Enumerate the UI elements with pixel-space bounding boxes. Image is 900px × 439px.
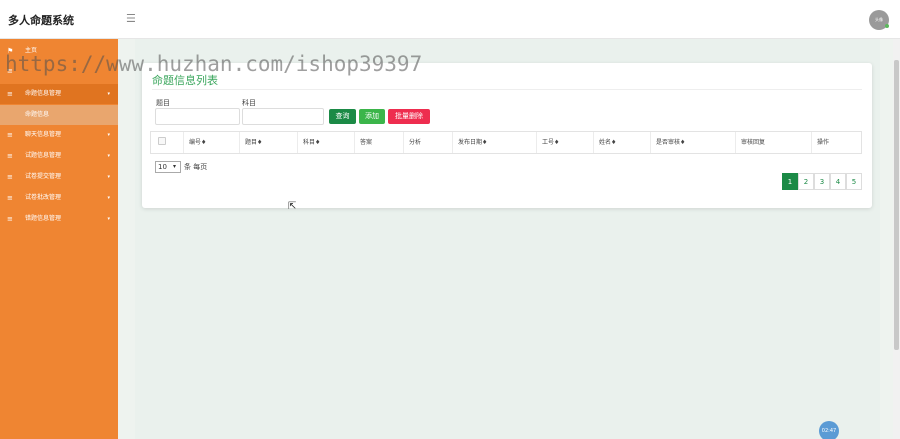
- column-header[interactable]: 是否审核♦: [650, 132, 735, 153]
- mouse-cursor-icon: ⇱: [288, 201, 297, 212]
- scrollbar-thumb[interactable]: [894, 60, 899, 350]
- chevron-down-icon: ▾: [107, 216, 110, 222]
- column-header: 分析: [403, 132, 452, 153]
- sidebar-item-questions[interactable]: ≡ 试题信息管理 ▾: [0, 146, 118, 166]
- hamburger-icon[interactable]: ☰: [126, 13, 136, 24]
- add-button[interactable]: 添加: [359, 109, 385, 124]
- list-icon: ≡: [7, 215, 13, 223]
- column-header: 审核回复: [735, 132, 811, 153]
- data-table: 编号♦ 题目♦ 科目♦ 答案 分析 发布日期♦ 工号♦ 姓名♦ 是否审核♦ 审核…: [150, 131, 862, 154]
- app-title: 多人命题系统: [8, 14, 74, 27]
- chevron-down-icon: ▾: [173, 163, 177, 170]
- chevron-down-icon: ▾: [107, 91, 110, 97]
- divider: [152, 89, 862, 90]
- chevron-down-icon: ▾: [107, 132, 110, 138]
- top-bar: 多人命题系统 ☰ 头像: [0, 0, 900, 39]
- chevron-down-icon: ▾: [107, 195, 110, 201]
- chevron-down-icon: ▾: [107, 174, 110, 180]
- sidebar-item-wrong-questions[interactable]: ≡ 错题信息管理 ▾: [0, 209, 118, 229]
- column-header: 答案: [354, 132, 403, 153]
- page-button-2[interactable]: 2: [798, 173, 814, 190]
- sidebar-item-paper-submit[interactable]: ≡ 试卷提交管理 ▾: [0, 167, 118, 187]
- title-search-input[interactable]: [155, 108, 240, 125]
- page-button-4[interactable]: 4: [830, 173, 846, 190]
- filter-label-title: 题目: [156, 99, 170, 107]
- online-status-dot: [885, 24, 889, 28]
- list-icon: ≡: [7, 152, 13, 160]
- watermark: https://www.huzhan.com/ishop39397: [5, 52, 423, 76]
- list-icon: ≡: [7, 131, 13, 139]
- floating-timer-button[interactable]: 02:47: [819, 421, 839, 439]
- sidebar-item-proposition[interactable]: ≡ 命题信息管理 ▾: [0, 84, 118, 104]
- batch-delete-button[interactable]: 批量删除: [388, 109, 430, 124]
- page-button-3[interactable]: 3: [814, 173, 830, 190]
- chevron-down-icon: ▾: [107, 153, 110, 159]
- subject-search-input[interactable]: [242, 108, 324, 125]
- filter-label-subject: 科目: [242, 99, 256, 107]
- list-icon: ≡: [7, 173, 13, 181]
- page-button-1[interactable]: 1: [782, 173, 798, 190]
- select-all-checkbox[interactable]: [158, 137, 166, 145]
- sidebar-item-paper-grading[interactable]: ≡ 试卷批改管理 ▾: [0, 188, 118, 208]
- list-icon: ≡: [7, 90, 13, 98]
- sidebar: ⚑ 主页 ≡ ≡ 命题信息管理 ▾ 命题信息 ≡ 聊天信息管理 ▾ ≡ 试题信息…: [0, 39, 118, 439]
- list-icon: ≡: [7, 194, 13, 202]
- column-header[interactable]: 发布日期♦: [452, 132, 536, 153]
- page-size-select[interactable]: 10: [155, 161, 181, 173]
- page-button-5[interactable]: 5: [846, 173, 862, 190]
- column-header: 操作: [811, 132, 861, 153]
- list-card: 命题信息列表 题目 科目 查询 添加 批量删除 编号♦ 题目♦ 科目♦ 答案 分…: [142, 63, 872, 208]
- column-header[interactable]: 科目♦: [297, 132, 354, 153]
- column-header[interactable]: 工号♦: [536, 132, 593, 153]
- page-size-label: 条 每页: [184, 163, 208, 171]
- column-header[interactable]: 题目♦: [239, 132, 297, 153]
- sidebar-item-chat[interactable]: ≡ 聊天信息管理 ▾: [0, 125, 118, 145]
- sidebar-subitem-proposition-info[interactable]: 命题信息: [0, 105, 118, 125]
- select-all-header: [151, 132, 183, 153]
- query-button[interactable]: 查询: [329, 109, 356, 124]
- column-header[interactable]: 姓名♦: [593, 132, 650, 153]
- column-header[interactable]: 编号♦: [183, 132, 239, 153]
